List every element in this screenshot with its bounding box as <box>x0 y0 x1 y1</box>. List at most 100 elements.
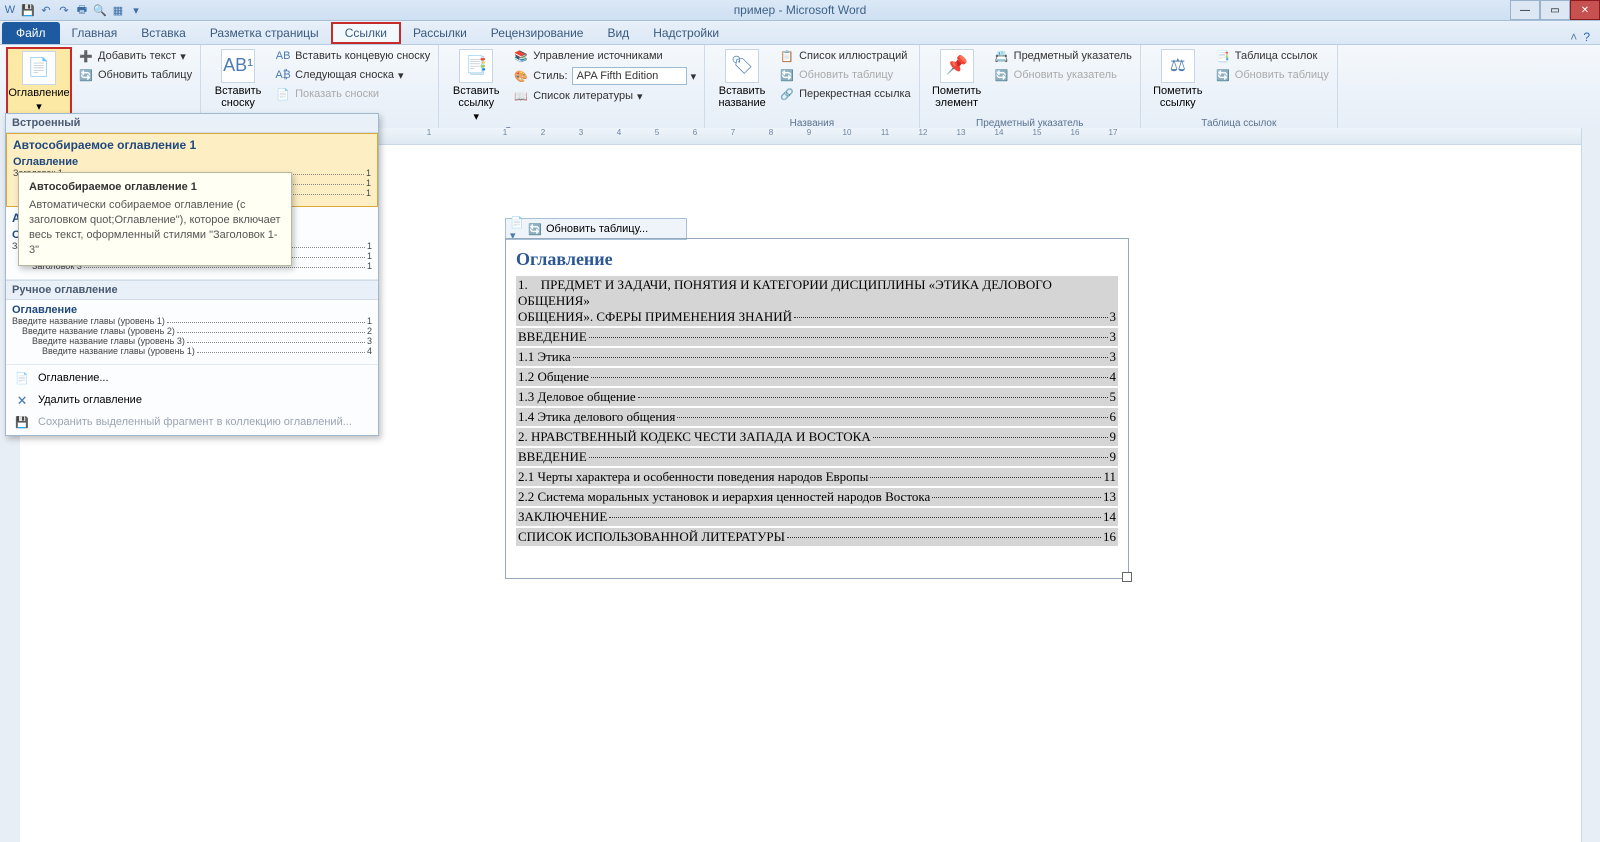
update-toc-field-icon[interactable]: 🔄 <box>528 222 542 236</box>
toc-entry[interactable]: 1.4 Этика делового общения6 <box>516 408 1118 426</box>
window-buttons: — ▭ ✕ <box>1510 0 1600 20</box>
tab-разметка страницы[interactable]: Разметка страницы <box>198 22 331 44</box>
toc-entry[interactable]: 2.2 Система моральных установок и иерарх… <box>516 488 1118 506</box>
style-combobox[interactable]: APA Fifth Edition <box>572 67 687 85</box>
save-icon[interactable]: 💾 <box>20 2 36 18</box>
mark-citation-button[interactable]: ⚖ Пометить ссылку <box>1147 47 1209 111</box>
toc-entry[interactable]: 1.2 Общение4 <box>516 368 1118 386</box>
toc-entry[interactable]: СПИСОК ИСПОЛЬЗОВАННОЙ ЛИТЕРАТУРЫ16 <box>516 528 1118 546</box>
toc-field-toolbar: 📄▾ 🔄 Обновить таблицу... <box>505 218 687 240</box>
citation-style-selector[interactable]: 🎨Стиль: APA Fifth Edition ▾ <box>511 66 698 86</box>
insert-endnote-button[interactable]: ABВставить концевую сноску <box>273 47 432 65</box>
cross-reference-button[interactable]: 🔗Перекрестная ссылка <box>777 85 913 103</box>
insert-toa-button[interactable]: 📑Таблица ссылок <box>1213 47 1331 65</box>
toc-entry[interactable]: 1. ПРЕДМЕТ И ЗАДАЧИ, ПОНЯТИЯ И КАТЕГОРИИ… <box>516 276 1118 326</box>
gallery-option-manual[interactable]: Оглавление Введите название главы (урове… <box>6 300 378 365</box>
insert-caption-button[interactable]: 🏷 Вставить название <box>711 47 773 111</box>
gallery-save-selection: 💾Сохранить выделенный фрагмент в коллекц… <box>6 411 378 433</box>
save-selection-icon: 💾 <box>14 414 30 430</box>
refresh-icon: 🔄 <box>78 67 94 83</box>
qat-dropdown-icon[interactable]: ▾ <box>128 2 144 18</box>
table-icon[interactable]: ▦ <box>110 2 126 18</box>
maximize-button[interactable]: ▭ <box>1540 0 1570 20</box>
tab-вид[interactable]: Вид <box>595 22 641 44</box>
index-icon: 📇 <box>994 48 1010 64</box>
close-button[interactable]: ✕ <box>1570 0 1600 20</box>
toc-options-icon[interactable]: 📄▾ <box>510 222 524 236</box>
toc-button-label: Оглавление <box>8 87 69 99</box>
gallery-custom-toc[interactable]: 📄Оглавление... <box>6 367 378 389</box>
toc-title: Оглавление <box>516 249 1118 270</box>
tab-главная[interactable]: Главная <box>60 22 130 44</box>
delete-icon: 🗙 <box>14 392 30 408</box>
show-footnotes-button[interactable]: 📄Показать сноски <box>273 85 432 103</box>
update-index-button[interactable]: 🔄Обновить указатель <box>992 66 1134 84</box>
next-footnote-button[interactable]: A₿Следующая сноска ▾ <box>273 66 432 84</box>
bibliography-icon: 📖 <box>513 88 529 104</box>
group-toa: ⚖ Пометить ссылку 📑Таблица ссылок 🔄Обнов… <box>1141 45 1338 130</box>
group-index: 📌 Пометить элемент 📇Предметный указатель… <box>920 45 1141 130</box>
show-footnotes-icon: 📄 <box>275 86 291 102</box>
tooltip-title: Автособираемое оглавление 1 <box>29 181 281 193</box>
figures-list-icon: 📋 <box>779 48 795 64</box>
toc-entry[interactable]: 1.3 Деловое общение5 <box>516 388 1118 406</box>
ribbon-minimize-icon[interactable]: ˄ <box>1570 30 1577 44</box>
footnote-icon: AB¹ <box>221 49 255 83</box>
document-icon: 📄 <box>14 370 30 386</box>
title-bar: W 💾 ↶ ↷ 🖶 🔍 ▦ ▾ пример - Microsoft Word … <box>0 0 1600 21</box>
undo-icon[interactable]: ↶ <box>38 2 54 18</box>
add-text-icon: ➕ <box>78 48 94 64</box>
help-icon[interactable]: ? <box>1583 30 1590 44</box>
tab-рассылки[interactable]: Рассылки <box>401 22 479 44</box>
toc-entry[interactable]: ВВЕДЕНИЕ9 <box>516 448 1118 466</box>
group-citations: 📑 Вставить ссылку▾ 📚Управление источника… <box>439 45 705 130</box>
insert-index-button[interactable]: 📇Предметный указатель <box>992 47 1134 65</box>
update-toc-field-label[interactable]: Обновить таблицу... <box>546 223 648 235</box>
manage-sources-button[interactable]: 📚Управление источниками <box>511 47 698 65</box>
refresh-icon: 🔄 <box>994 67 1010 83</box>
update-toa-button[interactable]: 🔄Обновить таблицу <box>1213 66 1331 84</box>
tab-file[interactable]: Файл <box>2 22 60 44</box>
toc-entry[interactable]: ВВЕДЕНИЕ3 <box>516 328 1118 346</box>
tab-рецензирование[interactable]: Рецензирование <box>479 22 596 44</box>
toc-gallery-dropdown: Встроенный Автособираемое оглавление 1 О… <box>5 113 379 436</box>
endnote-icon: AB <box>275 48 291 64</box>
redo-icon[interactable]: ↷ <box>56 2 72 18</box>
resize-handle[interactable] <box>1122 572 1132 582</box>
citation-icon: 📑 <box>459 49 493 83</box>
tab-ссылки[interactable]: Ссылки <box>331 22 401 44</box>
tooltip: Автособираемое оглавление 1 Автоматическ… <box>18 172 292 266</box>
preview-icon[interactable]: 🔍 <box>92 2 108 18</box>
tab-надстройки[interactable]: Надстройки <box>641 22 731 44</box>
toa-icon: 📑 <box>1215 48 1231 64</box>
toc-field[interactable]: Оглавление 1. ПРЕДМЕТ И ЗАДАЧИ, ПОНЯТИЯ … <box>505 238 1129 579</box>
toc-entry[interactable]: ЗАКЛЮЧЕНИЕ14 <box>516 508 1118 526</box>
style-icon: 🎨 <box>513 68 529 84</box>
toc-button[interactable]: 📄 Оглавление▾ <box>6 47 72 117</box>
print-icon[interactable]: 🖶 <box>74 2 90 18</box>
update-captions-button[interactable]: 🔄Обновить таблицу <box>777 66 913 84</box>
crossref-icon: 🔗 <box>779 86 795 102</box>
insert-footnote-button[interactable]: AB¹ Вставить сноску <box>207 47 269 111</box>
window-title: пример - Microsoft Word <box>0 3 1600 17</box>
minimize-button[interactable]: — <box>1510 0 1540 20</box>
gallery-section-manual: Ручное оглавление <box>6 280 378 300</box>
ribbon-tabs: Файл ГлавнаяВставкаРазметка страницыСсыл… <box>0 21 1600 45</box>
mark-entry-button[interactable]: 📌 Пометить элемент <box>926 47 988 111</box>
caption-icon: 🏷 <box>725 49 759 83</box>
mark-index-icon: 📌 <box>940 49 974 83</box>
toc-entry[interactable]: 1.1 Этика3 <box>516 348 1118 366</box>
add-text-button[interactable]: ➕Добавить текст ▾ <box>76 47 194 65</box>
insert-citation-button[interactable]: 📑 Вставить ссылку▾ <box>445 47 507 125</box>
toc-entry[interactable]: 2. НРАВСТВЕННЫЙ КОДЕКС ЧЕСТИ ЗАПАДА И ВО… <box>516 428 1118 446</box>
vertical-scrollbar[interactable] <box>1581 128 1600 842</box>
quick-access-toolbar: W 💾 ↶ ↷ 🖶 🔍 ▦ ▾ <box>0 2 144 18</box>
update-toc-button[interactable]: 🔄Обновить таблицу <box>76 66 194 84</box>
gallery-remove-toc[interactable]: 🗙Удалить оглавление <box>6 389 378 411</box>
toc-entry[interactable]: 2.1 Черты характера и особенности поведе… <box>516 468 1118 486</box>
bibliography-button[interactable]: 📖Список литературы ▾ <box>511 87 698 105</box>
gallery-section-builtin: Встроенный <box>6 114 378 133</box>
refresh-icon: 🔄 <box>1215 67 1231 83</box>
list-of-figures-button[interactable]: 📋Список иллюстраций <box>777 47 913 65</box>
tab-вставка[interactable]: Вставка <box>129 22 198 44</box>
